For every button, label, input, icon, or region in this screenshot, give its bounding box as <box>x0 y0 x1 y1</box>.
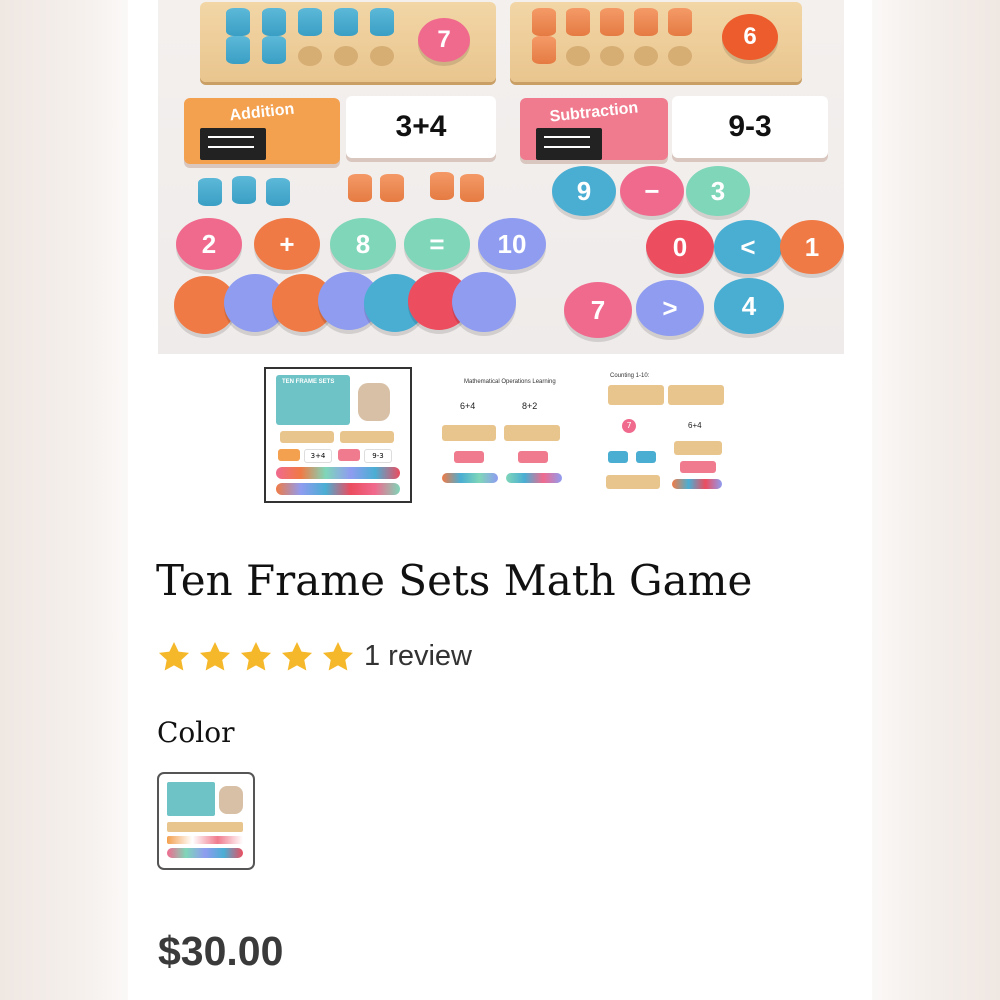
equation-card: 9-3 <box>672 96 828 158</box>
star-icon <box>322 641 354 671</box>
operator-disc: > <box>636 280 704 336</box>
number-disc: 10 <box>478 218 546 270</box>
thumbnail-3[interactable]: Counting 1-10: 7 6+4 <box>596 367 740 499</box>
product-main-image[interactable]: 7 6 Addition 3+4 Subtraction 9-3 9 − 3 2… <box>158 0 844 354</box>
operator-disc: < <box>714 220 782 274</box>
thumbnail-caption: Mathematical Operations Learning <box>464 379 556 385</box>
number-disc: 8 <box>330 218 396 270</box>
product-title: Ten Frame Sets Math Game <box>156 556 753 605</box>
operator-disc: + <box>254 218 320 270</box>
number-disc: 4 <box>714 278 784 334</box>
chalkboard-icon <box>200 128 266 160</box>
addition-card: Addition <box>184 98 340 164</box>
thumbnail-card: 9-3 <box>364 449 392 463</box>
ten-frame-board-right: 6 <box>510 2 802 82</box>
color-swatch[interactable] <box>157 772 255 870</box>
thumbnail-card: 8+2 <box>522 401 538 411</box>
chalkboard-icon <box>536 128 602 160</box>
thumbnail-card: 3+4 <box>304 449 332 463</box>
rating-stars[interactable] <box>155 638 357 676</box>
star-icon <box>240 641 272 671</box>
number-disc: 1 <box>780 220 844 274</box>
thumbnail-box-title: TEN FRAME SETS <box>282 379 335 385</box>
equation-card: 3+4 <box>346 96 496 158</box>
thumbnail-caption: Counting 1-10: <box>610 373 650 379</box>
thumbnail-1[interactable]: TEN FRAME SETS 3+4 9-3 <box>264 367 412 503</box>
product-price: $30.00 <box>158 928 284 974</box>
thumbnail-card: 6+4 <box>688 421 702 430</box>
star-icon <box>281 641 313 671</box>
subtraction-card: Subtraction <box>520 98 668 160</box>
number-disc: 9 <box>552 166 616 216</box>
thumbnail-2[interactable]: Mathematical Operations Learning 6+4 8+2 <box>430 367 574 499</box>
board-number-disc: 6 <box>722 14 778 60</box>
thumbnail-card: 6+4 <box>460 401 476 411</box>
star-icon <box>199 641 231 671</box>
number-disc: 7 <box>564 282 632 338</box>
stacked-disc <box>452 272 516 332</box>
star-icon <box>158 641 190 671</box>
operator-disc: − <box>620 166 684 216</box>
ten-frame-board-left: 7 <box>200 2 496 82</box>
number-disc: 3 <box>686 166 750 216</box>
review-count-link[interactable]: 1 review <box>364 640 472 673</box>
number-disc: 0 <box>646 220 714 274</box>
subtraction-card-label: Subtraction <box>548 99 640 126</box>
operator-disc: = <box>404 218 470 270</box>
addition-card-label: Addition <box>228 100 296 125</box>
number-disc: 2 <box>176 218 242 270</box>
color-option-label: Color <box>157 716 235 749</box>
thumbnail-node: 7 <box>622 419 636 433</box>
board-number-disc: 7 <box>418 18 470 62</box>
